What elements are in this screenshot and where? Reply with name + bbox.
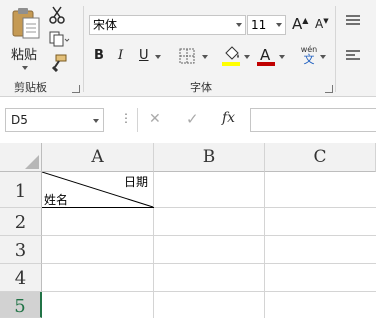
cell-a1-bottom-left-text: 姓名 <box>44 193 69 207</box>
cell-a1[interactable]: 日期 姓名 <box>42 172 154 208</box>
grid-line <box>42 291 376 292</box>
column-header-a[interactable]: A <box>42 143 154 172</box>
font-size-value: 11 <box>251 18 267 32</box>
shrink-font-button[interactable]: A▼ <box>315 17 329 31</box>
row-header-1[interactable]: 1 <box>0 172 42 208</box>
grid-line <box>42 235 376 236</box>
grid-line <box>42 263 376 264</box>
italic-button[interactable]: I <box>118 48 123 63</box>
cancel-icon[interactable]: ✕ <box>149 111 161 127</box>
font-name-value: 宋体 <box>93 18 118 32</box>
group-separator <box>83 6 84 92</box>
borders-dropdown-arrow[interactable] <box>202 55 208 59</box>
formula-bar: D5 ⋮ ✕ ✓ fx <box>0 97 376 143</box>
worksheet-grid: A B C 1 2 3 4 5 日期 姓名 <box>0 143 376 318</box>
fill-color-dropdown-arrow[interactable] <box>244 55 250 59</box>
grid-line <box>264 172 265 318</box>
underline-dropdown-arrow[interactable] <box>155 55 161 59</box>
chevron-down-icon <box>93 119 99 123</box>
phonetic-guide-button[interactable]: wén 文 <box>299 45 319 67</box>
row-header-5[interactable]: 5 <box>0 292 42 318</box>
name-box-value: D5 <box>11 113 28 127</box>
align-top-icon[interactable] <box>345 14 361 28</box>
select-all-triangle-icon <box>25 155 39 169</box>
paste-icon <box>12 8 40 39</box>
underline-button[interactable]: U <box>139 48 149 63</box>
phonetic-dropdown-arrow[interactable] <box>320 55 326 59</box>
font-name-dropdown[interactable]: 宋体 <box>89 15 246 35</box>
clipboard-group-label: 剪贴板 <box>14 81 47 94</box>
paste-button[interactable]: 粘贴 <box>6 4 44 74</box>
bold-button[interactable]: B <box>94 48 104 63</box>
font-dialog-launcher[interactable] <box>325 85 333 93</box>
shrink-font-label: A <box>315 17 324 31</box>
insert-function-button[interactable]: fx <box>222 110 235 126</box>
select-all-corner[interactable] <box>0 143 42 172</box>
row-header-2[interactable]: 2 <box>0 208 42 236</box>
copy-icon[interactable] <box>48 30 70 48</box>
cell-a1-top-right-text: 日期 <box>123 175 148 189</box>
paste-label: 粘贴 <box>11 48 38 63</box>
formula-bar-separator <box>137 108 138 132</box>
ribbon: 粘贴 剪贴板 宋体 11 A▲ A▼ B I U A wén 文 字体 <box>0 0 376 97</box>
chevron-down-icon <box>276 23 282 27</box>
cut-icon[interactable] <box>48 6 66 24</box>
font-size-dropdown[interactable]: 11 <box>247 15 286 35</box>
row-header-4[interactable]: 4 <box>0 264 42 292</box>
borders-icon[interactable] <box>179 48 195 64</box>
align-left-icon[interactable] <box>345 49 361 63</box>
row-header-3[interactable]: 3 <box>0 236 42 264</box>
name-box[interactable]: D5 <box>5 108 104 132</box>
group-separator <box>335 6 336 92</box>
chevron-down-icon <box>236 23 242 27</box>
font-group-label: 字体 <box>190 81 212 94</box>
cell-a1-bottom-border <box>42 207 154 208</box>
enter-icon[interactable]: ✓ <box>186 110 199 128</box>
grow-font-label: A <box>292 15 303 33</box>
format-painter-icon[interactable] <box>50 54 68 72</box>
font-color-dropdown-arrow[interactable] <box>279 55 285 59</box>
paste-dropdown-arrow[interactable] <box>22 66 28 70</box>
fill-color-swatch <box>222 62 240 66</box>
column-header-b[interactable]: B <box>154 143 265 172</box>
column-header-c[interactable]: C <box>265 143 376 172</box>
formula-input[interactable] <box>250 108 376 132</box>
grow-font-button[interactable]: A▲ <box>292 15 308 33</box>
phonetic-bottom-label: 文 <box>303 53 315 66</box>
font-color-swatch <box>257 62 275 66</box>
clipboard-dialog-launcher[interactable] <box>72 85 80 93</box>
more-options-icon[interactable]: ⋮ <box>120 111 132 125</box>
